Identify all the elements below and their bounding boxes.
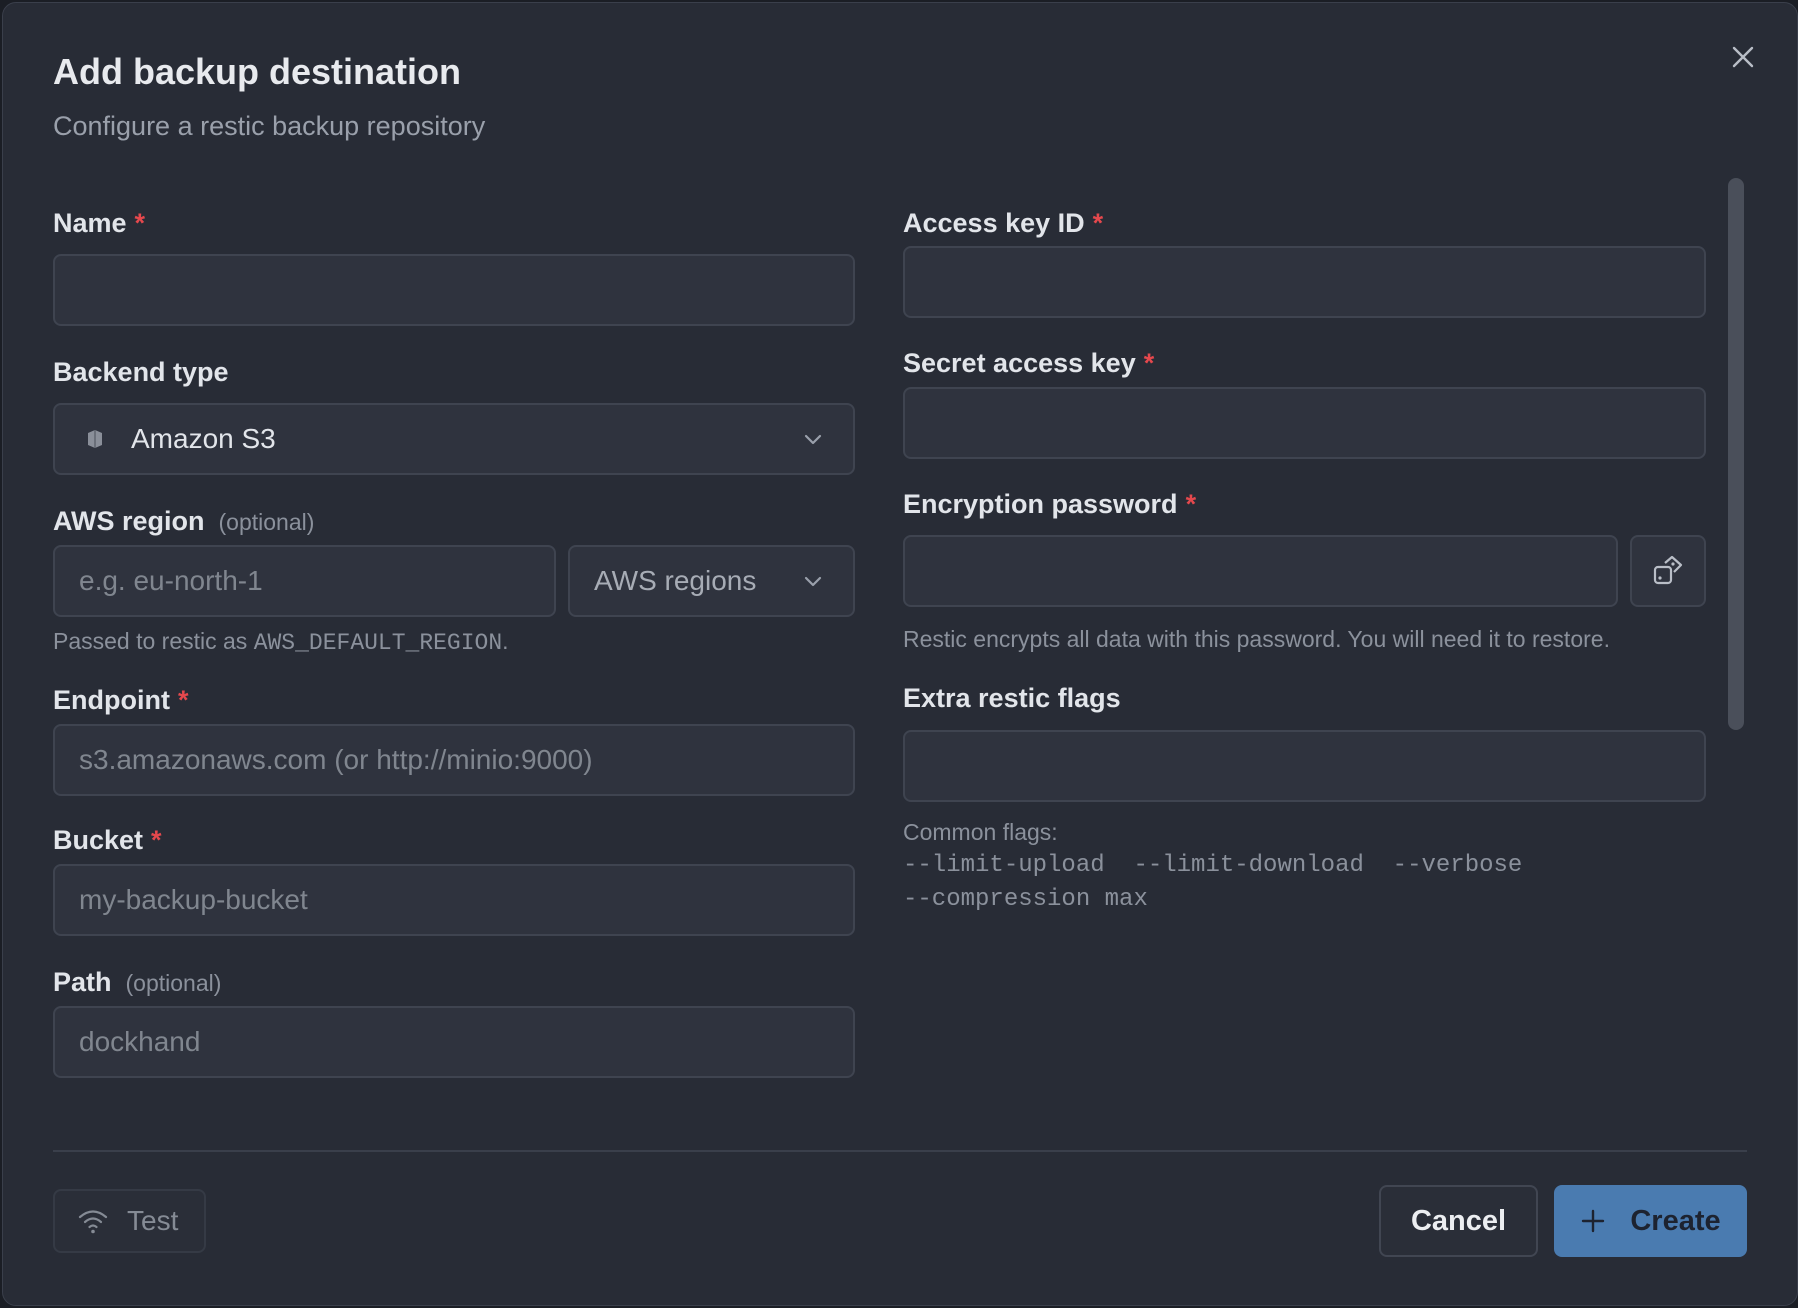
test-button[interactable]: Test — [53, 1189, 206, 1253]
backend-type-value: Amazon S3 — [131, 423, 276, 454]
required-marker: * — [1185, 489, 1197, 519]
add-backup-destination-dialog: Add backup destination Configure a resti… — [2, 2, 1798, 1306]
test-button-label: Test — [127, 1205, 179, 1236]
aws-region-hint: Passed to restic as AWS_DEFAULT_REGION. — [53, 628, 509, 656]
scrollbar[interactable] — [1728, 178, 1744, 730]
required-marker: * — [1143, 348, 1155, 378]
encryption-password-hint: Restic encrypts all data with this passw… — [903, 626, 1610, 652]
secret-access-key-input[interactable] — [903, 387, 1706, 459]
s3-bucket-icon — [88, 430, 102, 448]
endpoint-input[interactable] — [53, 724, 855, 796]
common-flags-title: Common flags: — [903, 819, 1058, 845]
generate-password-button[interactable] — [1630, 535, 1706, 607]
chevron-down-icon — [804, 576, 822, 587]
wifi-icon — [78, 1210, 108, 1234]
encryption-password-label: Encryption password * — [903, 489, 1197, 519]
bucket-input[interactable] — [53, 864, 855, 936]
close-icon — [1732, 46, 1754, 68]
name-input[interactable] — [53, 254, 855, 326]
bucket-label: Bucket * — [53, 825, 162, 855]
required-marker: * — [134, 208, 146, 238]
required-marker: * — [1092, 208, 1104, 238]
aws-region-label: AWS region (optional) — [53, 506, 315, 536]
extra-restic-flags-label: Extra restic flags — [903, 683, 1121, 713]
backend-type-label: Backend type — [53, 357, 229, 387]
endpoint-label: Endpoint * — [53, 685, 189, 715]
flags-line: --compression max — [903, 886, 1148, 913]
secret-access-key-label: Secret access key * — [903, 348, 1155, 378]
footer-divider — [53, 1150, 1747, 1152]
aws-regions-label: AWS regions — [594, 565, 757, 596]
aws-region-input[interactable] — [53, 545, 556, 617]
dialog-title: Add backup destination — [53, 51, 462, 92]
access-key-id-input[interactable] — [903, 246, 1706, 318]
flags-line: --limit-upload --limit-download --verbos… — [903, 852, 1523, 879]
common-flags-list: --limit-upload --limit-download --verbos… — [903, 849, 1522, 917]
backend-type-select[interactable]: Amazon S3 — [53, 403, 855, 475]
name-label: Name * — [53, 208, 146, 238]
close-button[interactable] — [1725, 39, 1761, 75]
chevron-down-icon — [804, 434, 822, 445]
dialog-subtitle: Configure a restic backup repository — [53, 111, 486, 141]
cancel-button[interactable]: Cancel — [1379, 1185, 1538, 1257]
path-label: Path (optional) — [53, 967, 222, 997]
plus-icon — [1582, 1209, 1605, 1233]
required-marker: * — [177, 685, 189, 715]
optional-text: (optional) — [218, 509, 315, 535]
extra-restic-flags-input[interactable] — [903, 730, 1706, 802]
create-button-label: Create — [1630, 1204, 1721, 1237]
encryption-password-input[interactable] — [903, 535, 1618, 607]
create-button[interactable]: Create — [1554, 1185, 1747, 1257]
path-input[interactable] — [53, 1006, 855, 1078]
optional-text: (optional) — [125, 970, 222, 996]
required-marker: * — [151, 825, 162, 855]
aws-regions-dropdown[interactable]: AWS regions — [568, 545, 855, 617]
access-key-id-label: Access key ID * — [903, 208, 1104, 238]
dice-icon — [1653, 555, 1683, 585]
